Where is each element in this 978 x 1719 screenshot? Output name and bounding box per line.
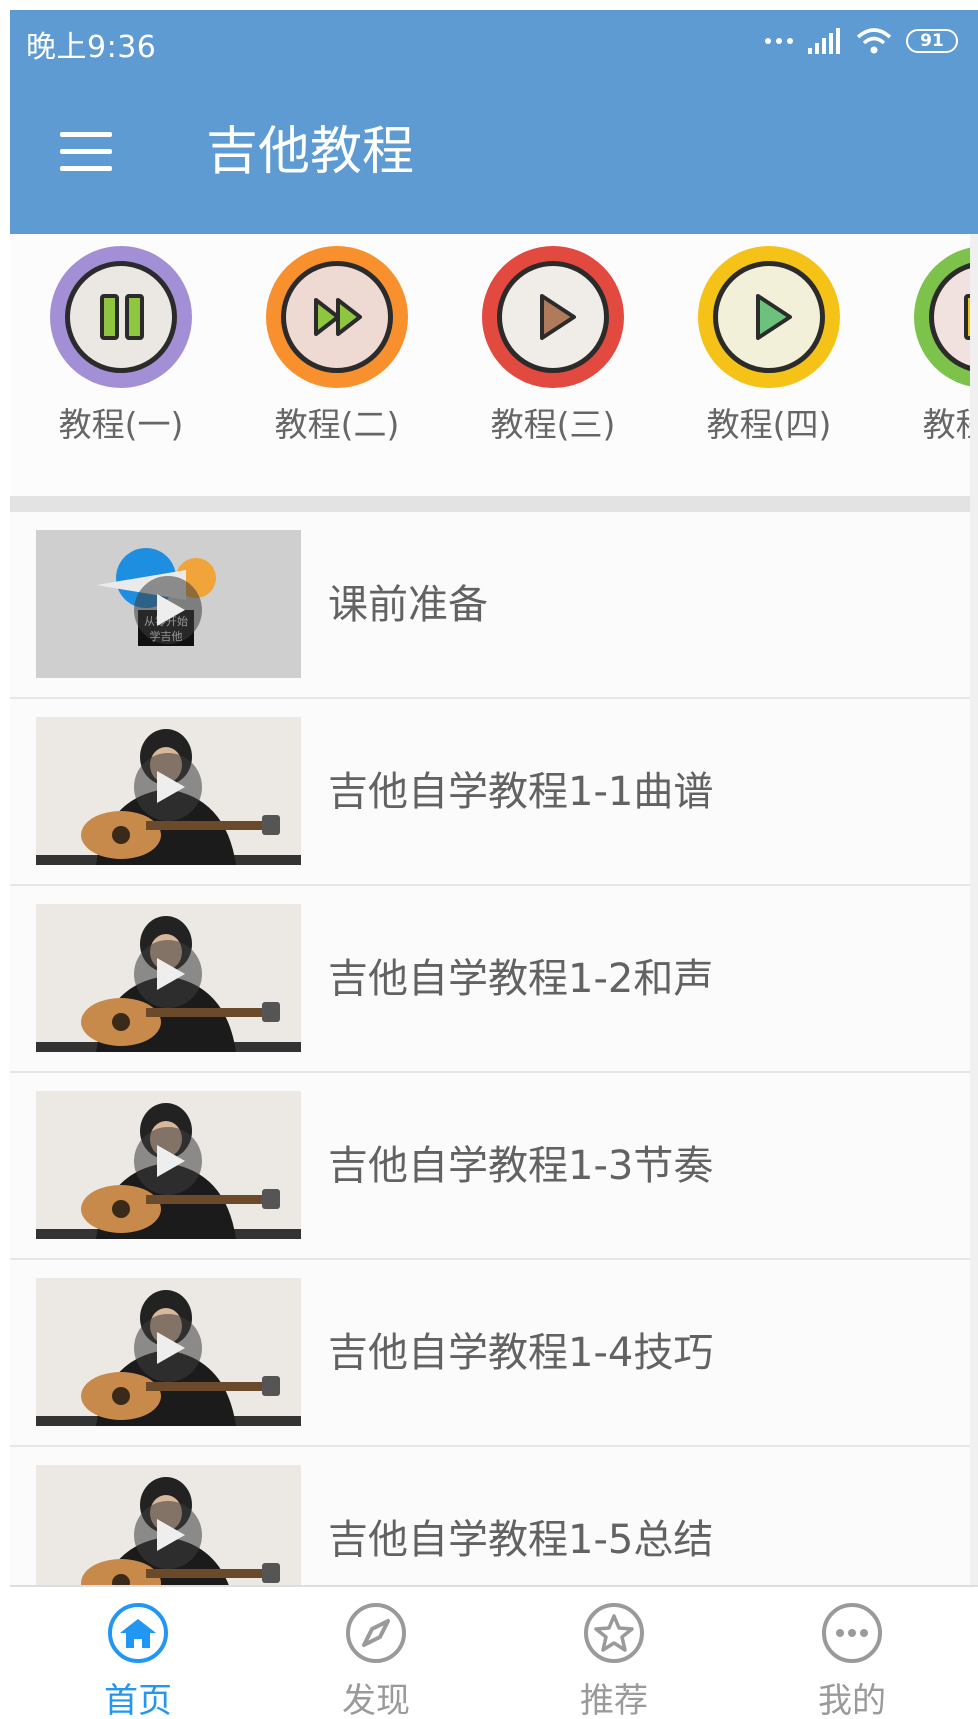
category-inner xyxy=(281,261,393,373)
page-title: 吉他教程 xyxy=(206,122,415,182)
signal-icon xyxy=(808,28,840,54)
status-icons: 91 xyxy=(764,24,958,58)
lesson-title: 课前准备 xyxy=(328,582,488,628)
lesson-title: 吉他自学教程1-2和声 xyxy=(328,956,714,1002)
video-thumbnail: 从零开始 学吉他 xyxy=(36,530,301,678)
lesson-thumbnail[interactable] xyxy=(36,1091,301,1239)
category-circle xyxy=(482,246,624,388)
nav-label: 首页 xyxy=(104,1681,172,1719)
video-thumbnail xyxy=(36,1278,301,1426)
play-icon xyxy=(756,294,792,340)
nav-item[interactable]: 发现 xyxy=(286,1587,466,1719)
app-bar: 吉他教程 xyxy=(10,76,978,234)
lesson-list[interactable]: 从零开始 学吉他 课前准备 吉他自学教程1-1曲谱 吉他自学教程1-2和声 吉他… xyxy=(10,512,978,1586)
bottom-nav: 首页 发现 推荐 我的 xyxy=(10,1585,978,1719)
lesson-title: 吉他自学教程1-1曲谱 xyxy=(328,769,714,815)
status-time: 晚上9:36 xyxy=(26,30,157,65)
category-label: 教程(五) xyxy=(922,405,978,444)
home-icon xyxy=(108,1603,168,1663)
category-label: 教程(二) xyxy=(274,405,400,444)
compass-icon xyxy=(346,1603,406,1663)
nav-item[interactable]: 我的 xyxy=(762,1587,942,1719)
section-divider xyxy=(10,496,978,512)
category-inner xyxy=(713,261,825,373)
category-label: 教程(一) xyxy=(58,405,184,444)
star-icon xyxy=(584,1603,644,1663)
status-bar: 晚上9:36 91 xyxy=(10,10,978,76)
battery-icon: 91 xyxy=(906,29,958,53)
category-label: 教程(三) xyxy=(490,405,616,444)
wifi-icon xyxy=(856,28,892,54)
nav-label: 我的 xyxy=(818,1681,886,1719)
category-circle xyxy=(50,246,192,388)
category-inner xyxy=(497,261,609,373)
video-thumbnail xyxy=(36,717,301,865)
category-item[interactable]: 教程(五) xyxy=(878,246,978,446)
category-circle xyxy=(914,246,978,388)
play-icon xyxy=(540,294,576,340)
lesson-thumbnail[interactable] xyxy=(36,904,301,1052)
category-inner xyxy=(65,261,177,373)
more-icon xyxy=(822,1603,882,1663)
lesson-title: 吉他自学教程1-3节奏 xyxy=(328,1143,714,1189)
fast-forward-icon xyxy=(314,298,362,336)
nav-label: 发现 xyxy=(342,1681,410,1719)
scrollbar[interactable] xyxy=(970,234,978,1586)
lesson-thumbnail[interactable] xyxy=(36,717,301,865)
category-circle xyxy=(266,246,408,388)
nav-label: 推荐 xyxy=(580,1681,648,1719)
category-item[interactable]: 教程(二) xyxy=(230,246,430,446)
battery-level: 91 xyxy=(920,31,944,51)
lesson-row[interactable]: 吉他自学教程1-2和声 xyxy=(10,886,978,1073)
pause-icon xyxy=(100,294,144,340)
lesson-title: 吉他自学教程1-5总结 xyxy=(328,1517,714,1563)
category-strip[interactable]: 教程(一) 教程(二) 教程(三) 教程(四) 教程(五) xyxy=(10,234,978,496)
screen: 晚上9:36 91 吉他教程 教程(一) 教程(二) 教程(三) 教程(四) 教… xyxy=(10,10,978,1719)
lesson-thumbnail[interactable]: 从零开始 学吉他 xyxy=(36,530,301,678)
lesson-thumbnail[interactable] xyxy=(36,1278,301,1426)
nav-item[interactable]: 首页 xyxy=(48,1587,228,1719)
category-item[interactable]: 教程(一) xyxy=(14,246,214,446)
more-dots-icon xyxy=(765,38,793,44)
lesson-row[interactable]: 吉他自学教程1-5总结 xyxy=(10,1447,978,1586)
lesson-row[interactable]: 吉他自学教程1-1曲谱 xyxy=(10,699,978,886)
nav-item[interactable]: 推荐 xyxy=(524,1587,704,1719)
video-thumbnail xyxy=(36,1465,301,1586)
video-thumbnail xyxy=(36,904,301,1052)
menu-button[interactable] xyxy=(60,132,112,172)
lesson-row[interactable]: 吉他自学教程1-3节奏 xyxy=(10,1073,978,1260)
video-thumbnail xyxy=(36,1091,301,1239)
lesson-title: 吉他自学教程1-4技巧 xyxy=(328,1330,714,1376)
category-circle xyxy=(698,246,840,388)
lesson-row[interactable]: 从零开始 学吉他 课前准备 xyxy=(10,512,978,699)
category-label: 教程(四) xyxy=(706,405,832,444)
lesson-row[interactable]: 吉他自学教程1-4技巧 xyxy=(10,1260,978,1447)
lesson-thumbnail[interactable] xyxy=(36,1465,301,1586)
category-item[interactable]: 教程(三) xyxy=(446,246,646,446)
category-item[interactable]: 教程(四) xyxy=(662,246,862,446)
